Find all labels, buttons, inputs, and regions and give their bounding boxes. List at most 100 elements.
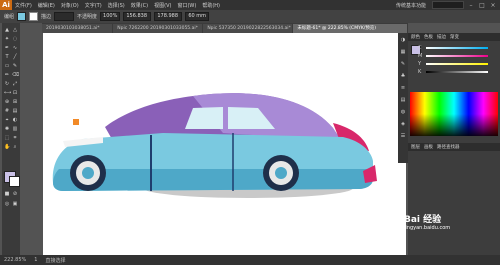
- color-panel-tabs: 颜色 色板 描边 渐变: [408, 33, 500, 41]
- menu-file[interactable]: 文件(F): [12, 2, 35, 9]
- hood-ornament: [73, 119, 79, 125]
- tab-layers[interactable]: 图层: [411, 144, 420, 150]
- appearance-panel-icon[interactable]: ◈: [400, 121, 406, 127]
- menu-effect[interactable]: 效果(C): [128, 2, 151, 9]
- brushes-panel-icon[interactable]: ✎: [400, 61, 406, 67]
- menu-type[interactable]: 文字(T): [82, 2, 105, 9]
- tab-color[interactable]: 颜色: [411, 34, 420, 40]
- menu-window[interactable]: 窗口(W): [174, 2, 199, 9]
- none-mode-icon[interactable]: ⊘: [12, 191, 18, 197]
- workspace-label[interactable]: 传统基本功能: [393, 2, 429, 9]
- menu-select[interactable]: 选择(S): [105, 2, 128, 9]
- watermark-title: Bai 经验: [404, 215, 442, 225]
- menu-edit[interactable]: 编辑(E): [35, 2, 58, 9]
- tab-doc-active[interactable]: 未标题-61* @ 222.85% (CMYK/预览): [293, 24, 407, 33]
- y-field[interactable]: 178.988: [154, 12, 183, 21]
- rectangle-tool-icon[interactable]: ▭: [4, 63, 10, 69]
- width-tool-icon[interactable]: ⟷: [4, 90, 11, 96]
- menu-help[interactable]: 帮助(H): [199, 2, 223, 9]
- screen-mode-icon[interactable]: ▣: [12, 201, 18, 207]
- tab-doc-3[interactable]: Npic 537350 2019022822563034.ai*: [203, 24, 293, 33]
- zoom-level[interactable]: 222.85%: [4, 257, 26, 263]
- tab-stroke[interactable]: 描边: [437, 34, 446, 40]
- slider-c[interactable]: C: [418, 45, 488, 51]
- rotate-tool-icon[interactable]: ↻: [4, 81, 10, 87]
- scale-tool-icon[interactable]: ⤢: [12, 81, 18, 87]
- stroke-color-box[interactable]: [9, 176, 20, 187]
- magic-wand-tool-icon[interactable]: ✦: [4, 36, 10, 42]
- line-tool-icon[interactable]: ╱: [12, 54, 18, 60]
- tab-artboards[interactable]: 画板: [424, 144, 433, 150]
- slice-tool-icon[interactable]: ⌗: [12, 135, 18, 141]
- search-input[interactable]: [432, 1, 464, 9]
- symbol-sprayer-tool-icon[interactable]: ✺: [4, 126, 10, 132]
- tab-gradient[interactable]: 渐变: [450, 34, 459, 40]
- menu-object[interactable]: 对象(O): [58, 2, 82, 9]
- tab-doc-1[interactable]: 2019030103038051.ai*: [42, 24, 113, 33]
- channel-c-label: C: [418, 45, 422, 51]
- opacity-field[interactable]: 100%: [100, 12, 121, 21]
- slider-m-track[interactable]: [426, 55, 488, 57]
- shape-builder-tool-icon[interactable]: ⊕: [4, 99, 10, 105]
- fill-swatch[interactable]: [17, 12, 27, 21]
- type-tool-icon[interactable]: T: [4, 54, 10, 60]
- swatches-panel-icon[interactable]: ▦: [400, 49, 406, 55]
- color-panel-icon[interactable]: ◑: [400, 37, 406, 43]
- layers-panel-icon[interactable]: ☰: [400, 133, 406, 139]
- current-tool: 直接选择: [45, 257, 66, 264]
- color-mode-icon[interactable]: ■: [4, 191, 10, 197]
- stroke-label: 描边: [41, 14, 52, 20]
- color-spectrum[interactable]: [410, 92, 498, 136]
- slider-k[interactable]: K: [418, 69, 488, 75]
- page-number[interactable]: 1: [34, 257, 37, 263]
- slider-c-track[interactable]: [426, 47, 488, 49]
- stroke-weight-field[interactable]: [54, 12, 75, 21]
- artboard-tool-icon[interactable]: ⬚: [4, 135, 10, 141]
- stroke-panel-icon[interactable]: ≡: [400, 85, 406, 91]
- transparency-panel-icon[interactable]: ◍: [400, 109, 406, 115]
- artboard-canvas[interactable]: [43, 33, 406, 255]
- draw-mode-icon[interactable]: ◎: [4, 201, 10, 207]
- lasso-tool-icon[interactable]: ◌: [12, 36, 18, 42]
- selection-tool-icon[interactable]: ▲: [4, 27, 10, 33]
- zoom-tool-icon[interactable]: ⌕: [12, 144, 18, 150]
- symbols-panel-icon[interactable]: ♣: [400, 73, 406, 79]
- pencil-tool-icon[interactable]: ✏: [4, 72, 10, 78]
- eraser-tool-icon[interactable]: ⌫: [12, 72, 19, 78]
- slider-k-track[interactable]: [426, 71, 488, 73]
- front-wheel-hub: [82, 167, 94, 179]
- curvature-tool-icon[interactable]: ∿: [12, 45, 18, 51]
- tab-doc-2[interactable]: Npic 7262200 20190301033055.ai*: [113, 24, 203, 33]
- status-bar: 222.85% 1 直接选择: [0, 255, 500, 265]
- control-bar: 编组 描边 不透明度 100% 156.838 178.988 60 mm: [0, 10, 500, 23]
- baidu-watermark: Bai 经验 jingyan.baidu.com: [404, 212, 500, 244]
- gradient-panel-icon[interactable]: ▤: [400, 97, 406, 103]
- mesh-tool-icon[interactable]: #: [4, 108, 10, 114]
- paintbrush-tool-icon[interactable]: ✎: [12, 63, 18, 69]
- stroke-swatch[interactable]: [29, 12, 39, 21]
- gradient-tool-icon[interactable]: ▤: [12, 108, 18, 114]
- channel-y-label: Y: [418, 61, 422, 67]
- maximize-icon[interactable]: □: [478, 2, 486, 9]
- channel-k-label: K: [418, 69, 422, 75]
- hand-tool-icon[interactable]: ✋: [4, 144, 10, 150]
- blend-tool-icon[interactable]: ◐: [12, 117, 18, 123]
- eyedropper-tool-icon[interactable]: ⌖: [4, 117, 10, 123]
- tab-pathfinder[interactable]: 路径查找器: [437, 144, 460, 150]
- tab-swatches[interactable]: 色板: [424, 34, 433, 40]
- slider-m[interactable]: M: [418, 53, 488, 59]
- layers-panel-tabs: 图层 画板 路径查找器: [408, 143, 500, 151]
- menu-view[interactable]: 视图(V): [151, 2, 174, 9]
- close-icon[interactable]: ×: [489, 2, 497, 9]
- free-transform-tool-icon[interactable]: ⊡: [12, 90, 18, 96]
- watermark-url: jingyan.baidu.com: [404, 225, 451, 231]
- x-field[interactable]: 156.838: [123, 12, 152, 21]
- graph-tool-icon[interactable]: ▥: [12, 126, 18, 132]
- pen-tool-icon[interactable]: ✒: [4, 45, 10, 51]
- slider-y[interactable]: Y: [418, 61, 488, 67]
- direct-selection-tool-icon[interactable]: △: [12, 27, 18, 33]
- perspective-grid-tool-icon[interactable]: ⊞: [12, 99, 18, 105]
- minimize-icon[interactable]: –: [467, 2, 475, 9]
- w-field[interactable]: 60 mm: [185, 12, 210, 21]
- slider-y-track[interactable]: [426, 63, 488, 65]
